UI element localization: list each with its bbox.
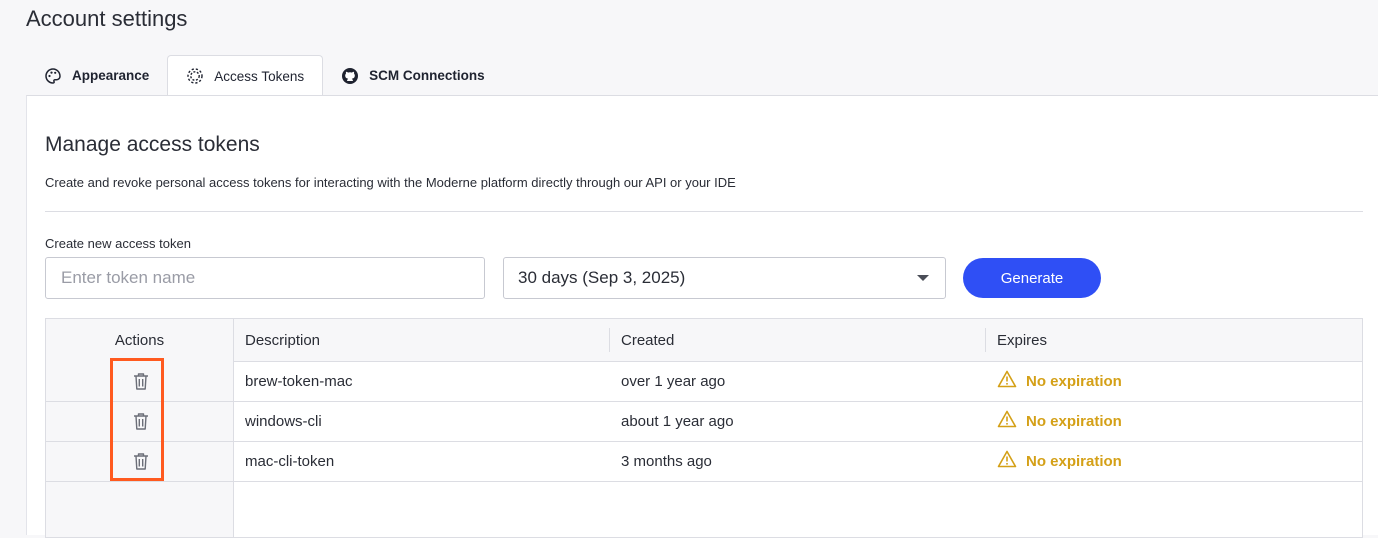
divider [45,211,1363,212]
trash-icon[interactable] [131,371,151,391]
token-expires: No expiration [997,441,1122,481]
generate-button[interactable]: Generate [963,258,1101,298]
access-tokens-panel: Manage access tokens Create and revoke p… [26,95,1378,538]
warning-icon [997,410,1017,432]
tab-label: SCM Connections [369,68,485,83]
warning-icon [997,370,1017,392]
table-header: Actions Description Created Expires [46,319,1362,362]
tab-label: Appearance [72,68,150,83]
token-description: windows-cli [245,412,322,430]
warning-icon [997,450,1017,472]
page-title: Account settings [26,6,188,31]
expiry-select[interactable]: 30 days (Sep 3, 2025) [503,257,946,299]
palette-icon [44,67,62,85]
token-created: about 1 year ago [621,412,734,430]
table-row: windows-cli about 1 year ago No expirati… [46,401,1362,442]
section-title: Manage access tokens [45,133,260,156]
trash-icon[interactable] [131,451,151,471]
settings-tabs: Appearance Access Tokens SCM Connections [26,55,503,97]
token-description: brew-token-mac [245,372,353,390]
token-description: mac-cli-token [245,452,335,470]
section-description: Create and revoke personal access tokens… [45,175,736,190]
token-name-input[interactable] [45,257,485,299]
token-created: 3 months ago [621,452,712,470]
token-icon [186,67,204,85]
tab-scm-connections[interactable]: SCM Connections [323,55,503,96]
token-expires: No expiration [997,401,1122,441]
header-actions: Actions [114,331,165,349]
token-expires: No expiration [997,361,1122,401]
column-separator [985,328,986,352]
expiry-selected-value: 30 days (Sep 3, 2025) [518,268,686,287]
column-separator [233,319,234,361]
caret-down-icon [917,275,929,281]
header-created[interactable]: Created [621,319,674,361]
github-icon [341,67,359,85]
header-description[interactable]: Description [245,319,320,361]
column-separator [609,328,610,352]
token-name-label: Create new access token [45,236,191,251]
token-created: over 1 year ago [621,372,726,390]
tab-appearance[interactable]: Appearance [26,55,167,96]
expiration-text: No expiration [1026,412,1122,430]
table-row: brew-token-mac over 1 year ago No expira… [46,361,1362,402]
table-row: mac-cli-token 3 months ago No expiration [46,441,1362,482]
expiration-text: No expiration [1026,372,1122,390]
tokens-table: Actions Description Created Expires brew… [45,318,1363,538]
trash-icon[interactable] [131,411,151,431]
tab-access-tokens[interactable]: Access Tokens [167,55,324,97]
tab-label: Access Tokens [214,68,305,84]
header-expires[interactable]: Expires [997,319,1047,361]
expiration-text: No expiration [1026,452,1122,470]
